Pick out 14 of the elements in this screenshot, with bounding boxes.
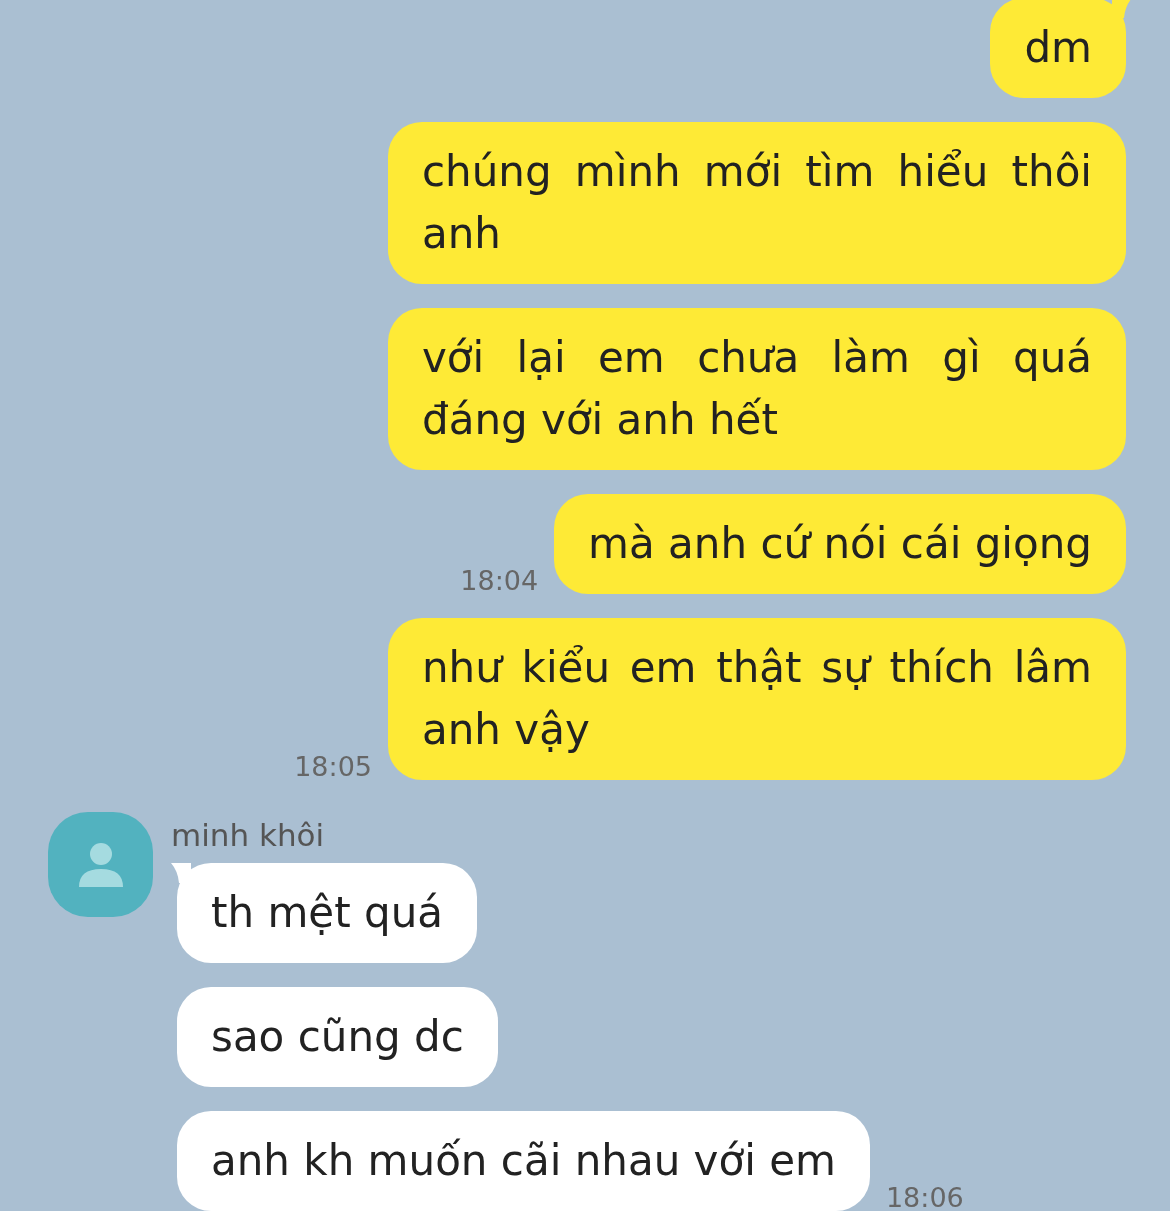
bubble-tail (1112, 0, 1132, 18)
timestamp: 18:04 (460, 567, 539, 594)
message-bubble: như kiểu em thật sự thích lâm anh vậy (388, 618, 1126, 780)
message-bubble: anh kh muốn cãi nhau với em (177, 1111, 870, 1211)
timestamp: 18:06 (885, 1184, 964, 1211)
message-bubble: với lại em chưa làm gì quá đáng với anh hết (388, 308, 1126, 470)
sender-name: minh khôi (171, 820, 326, 851)
message-bubble: th mệt quá (177, 863, 478, 963)
message-bubble: dm (990, 0, 1126, 98)
message-bubble: mà anh cứ nói cái giọng (554, 494, 1126, 594)
message-bubble: sao cũng dc (177, 987, 498, 1087)
message-bubble: chúng mình mới tìm hiểu thôi anh (388, 122, 1126, 284)
timestamp: 18:05 (294, 753, 372, 780)
bubble-tail (171, 863, 191, 883)
